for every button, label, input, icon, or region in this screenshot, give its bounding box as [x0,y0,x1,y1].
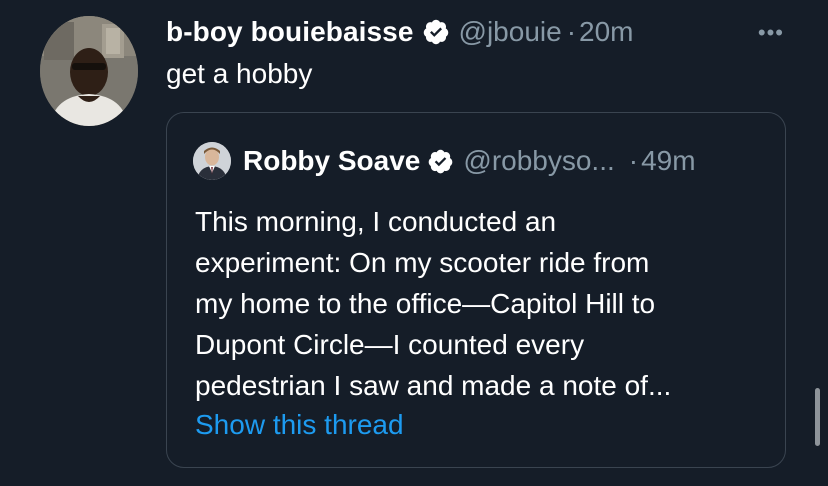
quoted-tweet-header: Robby Soave @robbyso... · 49m [193,142,696,180]
quoted-text-line: experiment: On my scooter ride from [195,247,650,278]
verified-badge-icon [429,149,453,173]
tweet[interactable]: b-boy bouiebaisse @jbouie · 20m ••• get … [0,0,828,486]
quoted-avatar [193,142,231,180]
quoted-text-line: pedestrian I saw and made a note of... [195,370,672,401]
quoted-tweet[interactable]: Robby Soave @robbyso... · 49m This morni… [166,112,786,468]
display-name[interactable]: b-boy bouiebaisse [166,16,414,48]
scrollbar[interactable] [815,388,820,446]
verified-badge-icon [423,19,448,45]
avatar[interactable] [40,16,138,126]
quoted-timestamp: 49m [641,145,696,176]
quoted-text-line: my home to the office—Capitol Hill to [195,288,656,319]
quoted-tweet-text: This morning, I conducted an experiment:… [195,201,775,406]
quoted-handle: @robbyso... [463,145,615,176]
show-thread-link[interactable]: Show this thread [195,409,404,441]
separator-dot: · [566,16,577,47]
handle[interactable]: @jbouie [459,16,562,48]
quoted-avatar-photo [193,142,231,180]
quoted-text-line: Dupont Circle—I counted every [195,329,585,360]
quoted-display-name: Robby Soave [243,145,421,176]
separator-dot: · [628,145,639,176]
quoted-text-line: This morning, I conducted an [195,206,557,237]
avatar-photo [40,16,138,126]
tweet-text: get a hobby [166,58,313,89]
more-options-icon[interactable]: ••• [758,20,784,46]
tweet-header: b-boy bouiebaisse @jbouie · 20m [166,14,633,50]
timestamp[interactable]: 20m [579,16,633,48]
